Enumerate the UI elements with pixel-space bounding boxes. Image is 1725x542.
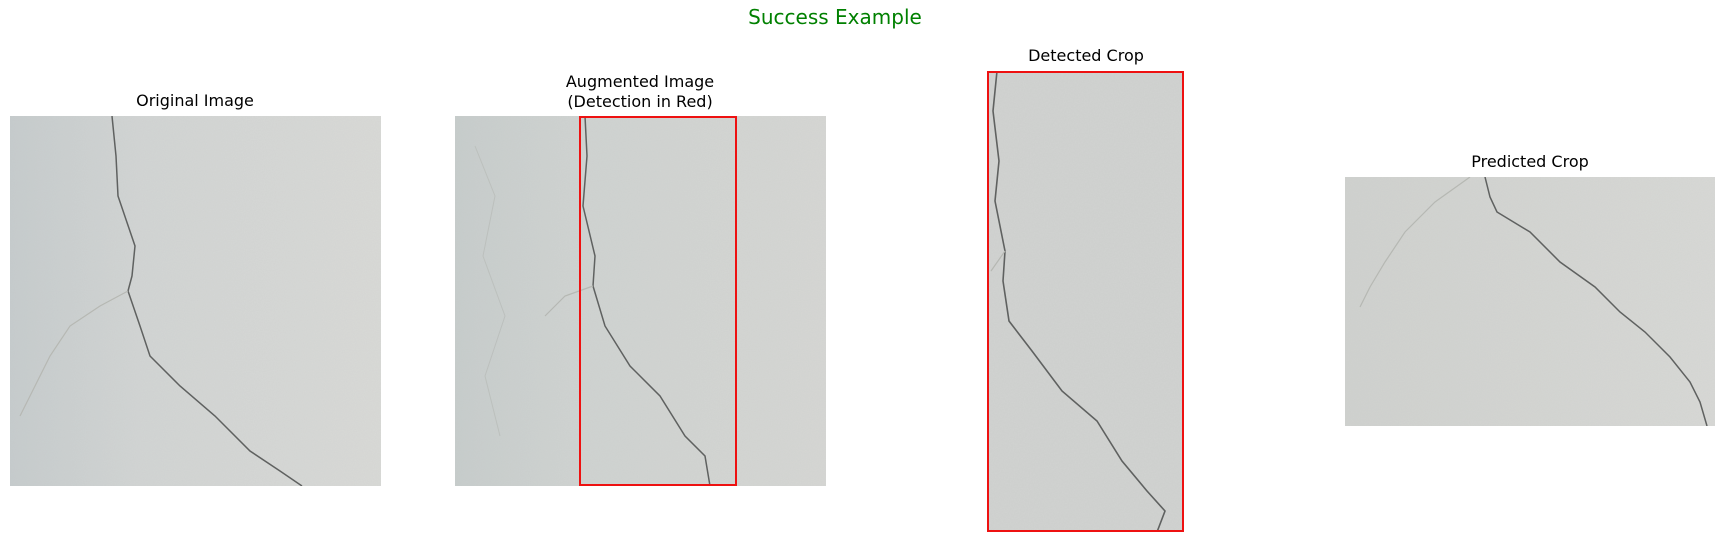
detected-crop-image bbox=[987, 71, 1184, 532]
original-image bbox=[10, 116, 381, 486]
panel-title-augmented: Augmented Image (Detection in Red) bbox=[455, 72, 825, 112]
augmented-image bbox=[455, 116, 826, 486]
panel-title-line: Augmented Image bbox=[565, 72, 715, 91]
predicted-crop-image bbox=[1345, 177, 1715, 426]
panel-title-detected: Detected Crop bbox=[986, 46, 1186, 66]
panel-title-line: (Detection in Red) bbox=[567, 92, 713, 111]
panel-title-line: Detected Crop bbox=[1028, 46, 1144, 65]
panel-title-predicted: Predicted Crop bbox=[1345, 152, 1715, 172]
panel-title-original: Original Image bbox=[10, 91, 380, 111]
figure-title: Success Example bbox=[748, 5, 922, 29]
panel-title-line: Predicted Crop bbox=[1471, 152, 1589, 171]
panel-title-line: Original Image bbox=[136, 91, 254, 110]
